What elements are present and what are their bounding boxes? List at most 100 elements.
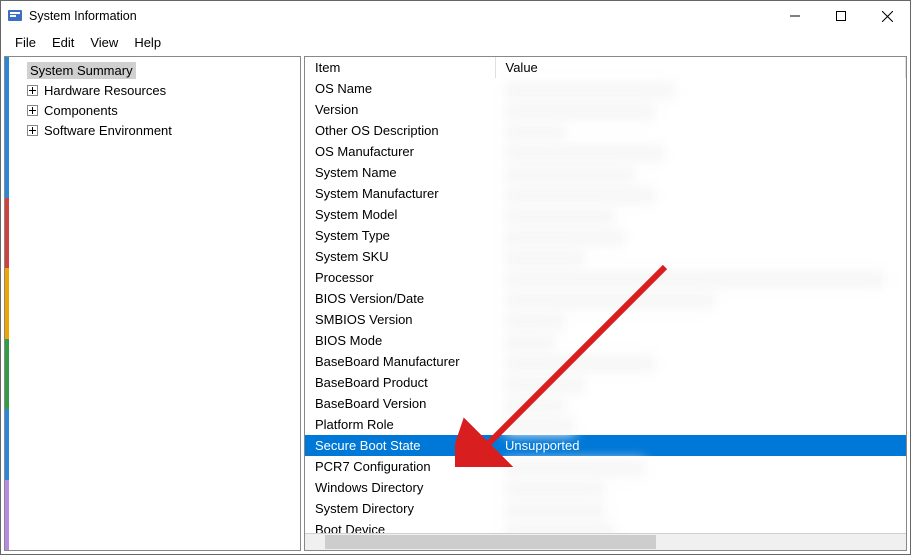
cell-item: BaseBoard Product	[305, 372, 495, 393]
grid-row[interactable]: Secure Boot StateUnsupported	[305, 435, 906, 456]
cell-item: System Type	[305, 225, 495, 246]
cell-value	[495, 246, 906, 267]
grid-row[interactable]: System Directory	[305, 498, 906, 519]
cell-value	[495, 78, 906, 99]
cell-item: OS Manufacturer	[305, 141, 495, 162]
menu-view[interactable]: View	[82, 33, 126, 52]
cell-value	[495, 456, 906, 477]
tree-item-label: Software Environment	[41, 122, 175, 139]
window-title: System Information	[29, 9, 137, 23]
app-icon	[7, 8, 23, 24]
grid-row[interactable]: System SKU	[305, 246, 906, 267]
window: System Information File Edit View Help S…	[0, 0, 911, 555]
tree-item-label: System Summary	[27, 62, 136, 79]
close-button[interactable]	[864, 1, 910, 31]
cell-value	[495, 162, 906, 183]
column-value[interactable]: Value	[495, 57, 906, 78]
grid-row[interactable]: System Model	[305, 204, 906, 225]
tree-item-label: Components	[41, 102, 121, 119]
grid-row[interactable]: Processor	[305, 267, 906, 288]
cell-item: System Manufacturer	[305, 183, 495, 204]
menu-file[interactable]: File	[7, 33, 44, 52]
cell-value	[495, 351, 906, 372]
cell-item: SMBIOS Version	[305, 309, 495, 330]
cell-item: System Name	[305, 162, 495, 183]
cell-value	[495, 330, 906, 351]
grid-header-row: Item Value	[305, 57, 906, 78]
grid-row[interactable]: Windows Directory	[305, 477, 906, 498]
cell-value	[495, 99, 906, 120]
cell-item: Processor	[305, 267, 495, 288]
grid-row[interactable]: BaseBoard Manufacturer	[305, 351, 906, 372]
scrollbar-thumb[interactable]	[325, 535, 656, 549]
menu-help[interactable]: Help	[126, 33, 169, 52]
tree-system-summary[interactable]: System Summary	[5, 60, 300, 80]
plus-icon[interactable]	[25, 83, 39, 97]
plus-icon[interactable]	[25, 103, 39, 117]
titlebar: System Information	[1, 1, 910, 31]
grid-row[interactable]: BaseBoard Product	[305, 372, 906, 393]
tree-components[interactable]: Components	[5, 100, 300, 120]
cell-value	[495, 519, 906, 533]
grid-row[interactable]: Boot Device	[305, 519, 906, 533]
cell-item: PCR7 Configuration	[305, 456, 495, 477]
cell-value	[495, 183, 906, 204]
grid-row[interactable]: OS Manufacturer	[305, 141, 906, 162]
cell-value	[495, 477, 906, 498]
cell-value	[495, 309, 906, 330]
navigation-tree[interactable]: System Summary Hardware Resources Compon…	[4, 56, 301, 551]
grid-row[interactable]: Other OS Description	[305, 120, 906, 141]
cell-value	[495, 141, 906, 162]
tree-hardware-resources[interactable]: Hardware Resources	[5, 80, 300, 100]
cell-item: Version	[305, 99, 495, 120]
cell-value	[495, 393, 906, 414]
grid-row[interactable]: System Name	[305, 162, 906, 183]
cell-item: System Directory	[305, 498, 495, 519]
cell-item: OS Name	[305, 78, 495, 99]
plus-icon[interactable]	[25, 123, 39, 137]
cell-item: Platform Role	[305, 414, 495, 435]
grid-row[interactable]: OS Name	[305, 78, 906, 99]
tree-software-environment[interactable]: Software Environment	[5, 120, 300, 140]
detail-scroll[interactable]: Item Value OS NameVersionOther OS Descri…	[305, 57, 906, 533]
column-item[interactable]: Item	[305, 57, 495, 78]
grid-row[interactable]: System Type	[305, 225, 906, 246]
horizontal-scrollbar[interactable]	[305, 533, 906, 550]
menubar: File Edit View Help	[1, 31, 910, 53]
grid-row[interactable]: BIOS Mode	[305, 330, 906, 351]
grid-row[interactable]: BIOS Version/Date	[305, 288, 906, 309]
cell-item: BIOS Mode	[305, 330, 495, 351]
cell-value	[495, 225, 906, 246]
cell-item: Other OS Description	[305, 120, 495, 141]
cell-value	[495, 120, 906, 141]
cell-item: BaseBoard Manufacturer	[305, 351, 495, 372]
grid-row[interactable]: SMBIOS Version	[305, 309, 906, 330]
menu-edit[interactable]: Edit	[44, 33, 82, 52]
grid-row[interactable]: BaseBoard Version	[305, 393, 906, 414]
cell-value	[495, 267, 906, 288]
cell-item: System SKU	[305, 246, 495, 267]
cell-value: Unsupported	[495, 435, 906, 456]
cell-value	[495, 204, 906, 225]
cell-item: System Model	[305, 204, 495, 225]
grid-row[interactable]: System Manufacturer	[305, 183, 906, 204]
window-buttons	[772, 1, 910, 31]
cell-item: Windows Directory	[305, 477, 495, 498]
maximize-button[interactable]	[818, 1, 864, 31]
property-grid[interactable]: Item Value OS NameVersionOther OS Descri…	[305, 57, 906, 533]
cell-item: Boot Device	[305, 519, 495, 533]
detail-pane: Item Value OS NameVersionOther OS Descri…	[304, 56, 907, 551]
cell-value	[495, 288, 906, 309]
edge-color-bar	[5, 57, 9, 550]
minimize-button[interactable]	[772, 1, 818, 31]
grid-row[interactable]: Platform Role	[305, 414, 906, 435]
content: System Summary Hardware Resources Compon…	[1, 53, 910, 554]
cell-item: BIOS Version/Date	[305, 288, 495, 309]
cell-item: Secure Boot State	[305, 435, 495, 456]
cell-value	[495, 498, 906, 519]
cell-item: BaseBoard Version	[305, 393, 495, 414]
cell-value	[495, 414, 906, 435]
grid-row[interactable]: PCR7 Configuration	[305, 456, 906, 477]
grid-row[interactable]: Version	[305, 99, 906, 120]
cell-value	[495, 372, 906, 393]
